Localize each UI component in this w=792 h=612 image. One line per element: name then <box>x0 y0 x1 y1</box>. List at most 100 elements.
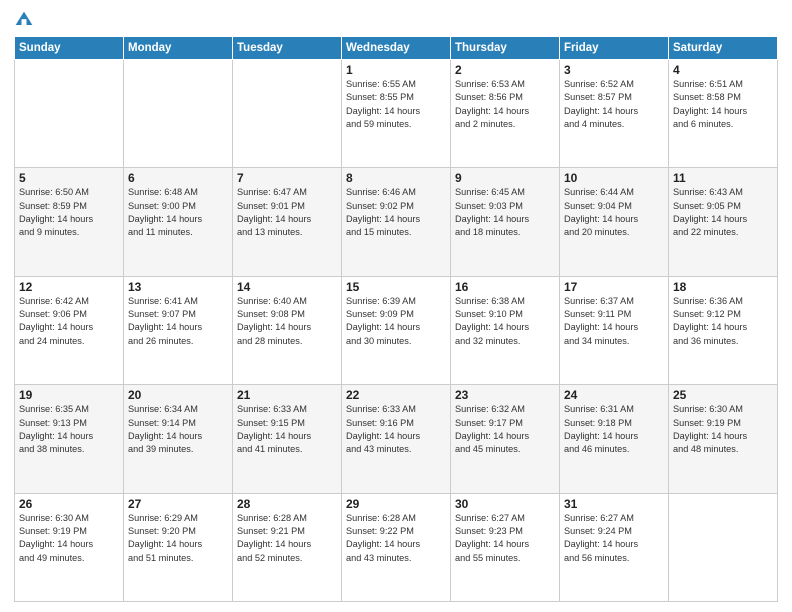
day-cell <box>124 60 233 168</box>
day-info: Sunrise: 6:34 AM Sunset: 9:14 PM Dayligh… <box>128 403 228 456</box>
day-cell: 21Sunrise: 6:33 AM Sunset: 9:15 PM Dayli… <box>233 385 342 493</box>
day-cell: 10Sunrise: 6:44 AM Sunset: 9:04 PM Dayli… <box>560 168 669 276</box>
day-info: Sunrise: 6:55 AM Sunset: 8:55 PM Dayligh… <box>346 78 446 131</box>
day-info: Sunrise: 6:27 AM Sunset: 9:23 PM Dayligh… <box>455 512 555 565</box>
day-info: Sunrise: 6:31 AM Sunset: 9:18 PM Dayligh… <box>564 403 664 456</box>
day-cell: 4Sunrise: 6:51 AM Sunset: 8:58 PM Daylig… <box>669 60 778 168</box>
day-number: 6 <box>128 171 228 185</box>
day-cell: 2Sunrise: 6:53 AM Sunset: 8:56 PM Daylig… <box>451 60 560 168</box>
day-cell: 12Sunrise: 6:42 AM Sunset: 9:06 PM Dayli… <box>15 276 124 384</box>
day-number: 12 <box>19 280 119 294</box>
day-info: Sunrise: 6:32 AM Sunset: 9:17 PM Dayligh… <box>455 403 555 456</box>
page: SundayMondayTuesdayWednesdayThursdayFrid… <box>0 0 792 612</box>
day-cell: 11Sunrise: 6:43 AM Sunset: 9:05 PM Dayli… <box>669 168 778 276</box>
day-cell: 6Sunrise: 6:48 AM Sunset: 9:00 PM Daylig… <box>124 168 233 276</box>
week-row-2: 5Sunrise: 6:50 AM Sunset: 8:59 PM Daylig… <box>15 168 778 276</box>
day-cell <box>233 60 342 168</box>
day-number: 18 <box>673 280 773 294</box>
day-info: Sunrise: 6:39 AM Sunset: 9:09 PM Dayligh… <box>346 295 446 348</box>
day-number: 20 <box>128 388 228 402</box>
day-info: Sunrise: 6:37 AM Sunset: 9:11 PM Dayligh… <box>564 295 664 348</box>
day-number: 29 <box>346 497 446 511</box>
day-number: 11 <box>673 171 773 185</box>
day-number: 31 <box>564 497 664 511</box>
day-number: 24 <box>564 388 664 402</box>
day-number: 27 <box>128 497 228 511</box>
day-number: 10 <box>564 171 664 185</box>
day-cell: 1Sunrise: 6:55 AM Sunset: 8:55 PM Daylig… <box>342 60 451 168</box>
week-row-3: 12Sunrise: 6:42 AM Sunset: 9:06 PM Dayli… <box>15 276 778 384</box>
day-cell: 15Sunrise: 6:39 AM Sunset: 9:09 PM Dayli… <box>342 276 451 384</box>
day-info: Sunrise: 6:30 AM Sunset: 9:19 PM Dayligh… <box>673 403 773 456</box>
day-info: Sunrise: 6:40 AM Sunset: 9:08 PM Dayligh… <box>237 295 337 348</box>
day-info: Sunrise: 6:36 AM Sunset: 9:12 PM Dayligh… <box>673 295 773 348</box>
day-number: 4 <box>673 63 773 77</box>
calendar-table: SundayMondayTuesdayWednesdayThursdayFrid… <box>14 36 778 602</box>
day-header-monday: Monday <box>124 37 233 60</box>
day-info: Sunrise: 6:33 AM Sunset: 9:15 PM Dayligh… <box>237 403 337 456</box>
logo-icon <box>14 10 34 30</box>
day-info: Sunrise: 6:46 AM Sunset: 9:02 PM Dayligh… <box>346 186 446 239</box>
day-cell: 23Sunrise: 6:32 AM Sunset: 9:17 PM Dayli… <box>451 385 560 493</box>
day-info: Sunrise: 6:51 AM Sunset: 8:58 PM Dayligh… <box>673 78 773 131</box>
day-number: 25 <box>673 388 773 402</box>
day-info: Sunrise: 6:28 AM Sunset: 9:22 PM Dayligh… <box>346 512 446 565</box>
day-header-wednesday: Wednesday <box>342 37 451 60</box>
day-number: 7 <box>237 171 337 185</box>
header <box>14 10 778 30</box>
day-cell: 7Sunrise: 6:47 AM Sunset: 9:01 PM Daylig… <box>233 168 342 276</box>
day-cell: 18Sunrise: 6:36 AM Sunset: 9:12 PM Dayli… <box>669 276 778 384</box>
day-info: Sunrise: 6:35 AM Sunset: 9:13 PM Dayligh… <box>19 403 119 456</box>
day-cell: 5Sunrise: 6:50 AM Sunset: 8:59 PM Daylig… <box>15 168 124 276</box>
day-info: Sunrise: 6:42 AM Sunset: 9:06 PM Dayligh… <box>19 295 119 348</box>
week-row-4: 19Sunrise: 6:35 AM Sunset: 9:13 PM Dayli… <box>15 385 778 493</box>
day-info: Sunrise: 6:43 AM Sunset: 9:05 PM Dayligh… <box>673 186 773 239</box>
day-number: 19 <box>19 388 119 402</box>
day-info: Sunrise: 6:33 AM Sunset: 9:16 PM Dayligh… <box>346 403 446 456</box>
day-header-thursday: Thursday <box>451 37 560 60</box>
logo <box>14 10 36 30</box>
day-cell <box>15 60 124 168</box>
day-cell: 16Sunrise: 6:38 AM Sunset: 9:10 PM Dayli… <box>451 276 560 384</box>
day-info: Sunrise: 6:29 AM Sunset: 9:20 PM Dayligh… <box>128 512 228 565</box>
day-cell: 25Sunrise: 6:30 AM Sunset: 9:19 PM Dayli… <box>669 385 778 493</box>
day-cell <box>669 493 778 601</box>
day-number: 9 <box>455 171 555 185</box>
day-header-saturday: Saturday <box>669 37 778 60</box>
day-info: Sunrise: 6:48 AM Sunset: 9:00 PM Dayligh… <box>128 186 228 239</box>
day-cell: 27Sunrise: 6:29 AM Sunset: 9:20 PM Dayli… <box>124 493 233 601</box>
day-number: 26 <box>19 497 119 511</box>
week-row-1: 1Sunrise: 6:55 AM Sunset: 8:55 PM Daylig… <box>15 60 778 168</box>
day-cell: 9Sunrise: 6:45 AM Sunset: 9:03 PM Daylig… <box>451 168 560 276</box>
day-info: Sunrise: 6:47 AM Sunset: 9:01 PM Dayligh… <box>237 186 337 239</box>
day-header-tuesday: Tuesday <box>233 37 342 60</box>
day-number: 8 <box>346 171 446 185</box>
day-number: 21 <box>237 388 337 402</box>
header-row: SundayMondayTuesdayWednesdayThursdayFrid… <box>15 37 778 60</box>
day-info: Sunrise: 6:38 AM Sunset: 9:10 PM Dayligh… <box>455 295 555 348</box>
day-header-friday: Friday <box>560 37 669 60</box>
day-cell: 13Sunrise: 6:41 AM Sunset: 9:07 PM Dayli… <box>124 276 233 384</box>
day-cell: 14Sunrise: 6:40 AM Sunset: 9:08 PM Dayli… <box>233 276 342 384</box>
day-info: Sunrise: 6:45 AM Sunset: 9:03 PM Dayligh… <box>455 186 555 239</box>
day-number: 1 <box>346 63 446 77</box>
day-number: 3 <box>564 63 664 77</box>
day-cell: 29Sunrise: 6:28 AM Sunset: 9:22 PM Dayli… <box>342 493 451 601</box>
day-cell: 8Sunrise: 6:46 AM Sunset: 9:02 PM Daylig… <box>342 168 451 276</box>
day-cell: 3Sunrise: 6:52 AM Sunset: 8:57 PM Daylig… <box>560 60 669 168</box>
day-number: 28 <box>237 497 337 511</box>
day-number: 17 <box>564 280 664 294</box>
day-cell: 22Sunrise: 6:33 AM Sunset: 9:16 PM Dayli… <box>342 385 451 493</box>
day-cell: 20Sunrise: 6:34 AM Sunset: 9:14 PM Dayli… <box>124 385 233 493</box>
day-number: 30 <box>455 497 555 511</box>
day-cell: 30Sunrise: 6:27 AM Sunset: 9:23 PM Dayli… <box>451 493 560 601</box>
day-info: Sunrise: 6:44 AM Sunset: 9:04 PM Dayligh… <box>564 186 664 239</box>
day-info: Sunrise: 6:30 AM Sunset: 9:19 PM Dayligh… <box>19 512 119 565</box>
day-cell: 28Sunrise: 6:28 AM Sunset: 9:21 PM Dayli… <box>233 493 342 601</box>
day-info: Sunrise: 6:27 AM Sunset: 9:24 PM Dayligh… <box>564 512 664 565</box>
day-info: Sunrise: 6:52 AM Sunset: 8:57 PM Dayligh… <box>564 78 664 131</box>
day-cell: 24Sunrise: 6:31 AM Sunset: 9:18 PM Dayli… <box>560 385 669 493</box>
day-info: Sunrise: 6:53 AM Sunset: 8:56 PM Dayligh… <box>455 78 555 131</box>
day-number: 22 <box>346 388 446 402</box>
day-number: 15 <box>346 280 446 294</box>
